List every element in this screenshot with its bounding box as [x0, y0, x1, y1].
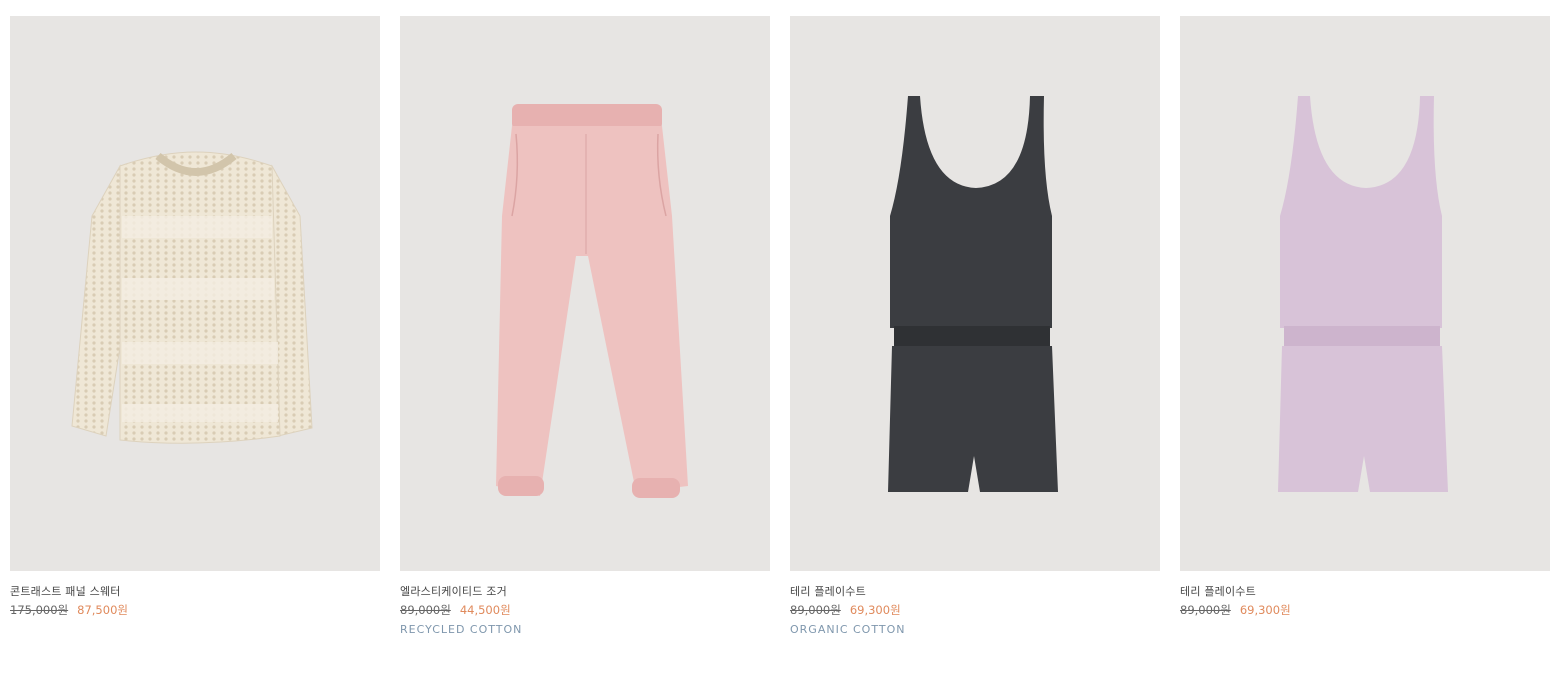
product-title[interactable]: 테리 플레이수트: [790, 585, 1160, 599]
product-grid: 콘트래스트 패널 스웨터 175,000원 87,500원 엘라스티케이티드 조거…: [10, 16, 1550, 637]
material-tag: RECYCLED COTTON: [400, 623, 523, 636]
sale-price: 44,500원: [459, 603, 511, 617]
product-prices: 89,000원 69,300원: [790, 603, 1160, 617]
product-title[interactable]: 테리 플레이수트: [1180, 585, 1550, 599]
product-title[interactable]: 콘트래스트 패널 스웨터: [10, 585, 380, 599]
product-card[interactable]: 테리 플레이수트 89,000원 69,300원 ORGANIC COTTON: [790, 16, 1160, 637]
sale-price: 87,500원: [77, 603, 128, 617]
sale-price: 69,300원: [1239, 603, 1291, 617]
product-card[interactable]: 엘라스티케이티드 조거 89,000원 44,500원 RECYCLED COTT…: [400, 16, 770, 637]
material-tag: ORGANIC COTTON: [790, 623, 906, 636]
sale-price: 69,300원: [849, 603, 901, 617]
product-image-lilac-playsuit[interactable]: [1180, 16, 1550, 571]
original-price: 175,000원: [10, 603, 69, 617]
original-price: 89,000원: [400, 603, 451, 617]
original-price: 89,000원: [1180, 603, 1231, 617]
product-image-charcoal-playsuit[interactable]: [790, 16, 1160, 571]
product-card[interactable]: 콘트래스트 패널 스웨터 175,000원 87,500원: [10, 16, 380, 637]
product-image-sweater[interactable]: [10, 16, 380, 571]
product-image-joggers[interactable]: [400, 16, 770, 571]
product-prices: 89,000원 44,500원: [400, 603, 770, 617]
original-price: 89,000원: [790, 603, 841, 617]
product-title[interactable]: 엘라스티케이티드 조거: [400, 585, 770, 599]
product-card[interactable]: 테리 플레이수트 89,000원 69,300원: [1180, 16, 1550, 637]
product-prices: 89,000원 69,300원: [1180, 603, 1550, 617]
product-prices: 175,000원 87,500원: [10, 603, 380, 617]
